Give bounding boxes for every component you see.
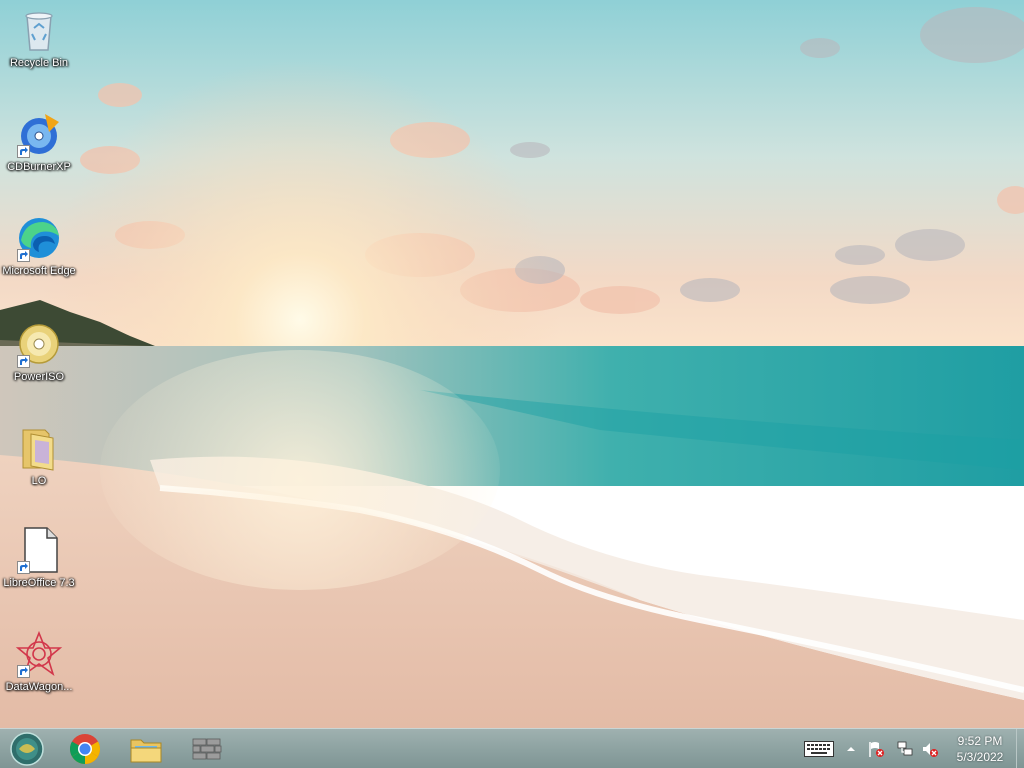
recycle-bin-icon [15,6,63,54]
flag-alert-icon [869,742,884,757]
desktop-icon-label: LibreOffice 7.3 [3,577,75,589]
desktop-icon-label: Recycle Bin [9,57,69,69]
tray-volume[interactable] [920,740,940,758]
taskbar-clock[interactable]: 9:52 PM 5/3/2022 [944,733,1016,765]
desktop-icon-label: PowerISO [13,371,65,383]
chevron-up-icon [847,747,855,751]
shortcut-arrow-icon [17,665,30,678]
chrome-icon [69,734,101,765]
libreoffice-icon [15,526,63,574]
firewall-icon [192,738,222,760]
desktop-icon-label: DataWagon... [5,681,73,693]
desktop-icon-datawagon[interactable]: DataWagon... [0,630,78,695]
start-orb-icon [10,732,44,766]
start-button[interactable] [3,731,51,767]
desktop-icon-label: CDBurnerXP [7,161,71,173]
clock-time: 9:52 PM [957,734,1003,748]
tray-show-hidden-icons[interactable] [844,740,858,758]
desktop-icon-recycle-bin[interactable]: Recycle Bin [0,6,78,71]
desktop-icon-cdburnerxp[interactable]: CDBurnerXP [0,110,78,175]
datawagon-icon [15,630,63,678]
desktop-icon-label: Microsoft Edge [2,265,76,277]
clock-date: 5/3/2022 [956,750,1004,764]
shortcut-arrow-icon [17,355,30,368]
taskbar: 9:52 PM 5/3/2022 [0,728,1024,768]
tray-keyboard[interactable] [803,740,835,758]
shortcut-arrow-icon [17,561,30,574]
edge-icon [15,214,63,262]
show-desktop-button[interactable] [1016,729,1024,768]
shortcut-arrow-icon [17,249,30,262]
cdburnerxp-icon [15,110,63,158]
volume-muted-icon [923,743,938,757]
desktop-icon-label: LO [31,475,47,487]
desktop-icon-poweriso[interactable]: PowerISO [0,320,78,385]
shortcut-arrow-icon [17,145,30,158]
network-icon [897,741,913,756]
desktop-icon-libreoffice[interactable]: LibreOffice 7.3 [0,526,78,591]
desktop-icon-microsoft-edge[interactable]: Microsoft Edge [0,214,78,279]
taskbar-file-explorer-button[interactable] [122,731,170,767]
desktop[interactable]: Recycle Bin CDBurnerXP Microsoft Edge Po… [0,0,1024,728]
poweriso-icon [15,320,63,368]
file-explorer-icon [130,739,162,763]
taskbar-chrome-button[interactable] [61,731,109,767]
tray-action-center[interactable] [866,740,886,758]
folder-icon [15,424,63,472]
tray-network[interactable] [895,740,915,758]
beach-wallpaper [0,0,1024,728]
desktop-icon-lo-folder[interactable]: LO [0,424,78,489]
taskbar-firewall-button[interactable] [183,731,231,767]
keyboard-icon [804,741,834,757]
